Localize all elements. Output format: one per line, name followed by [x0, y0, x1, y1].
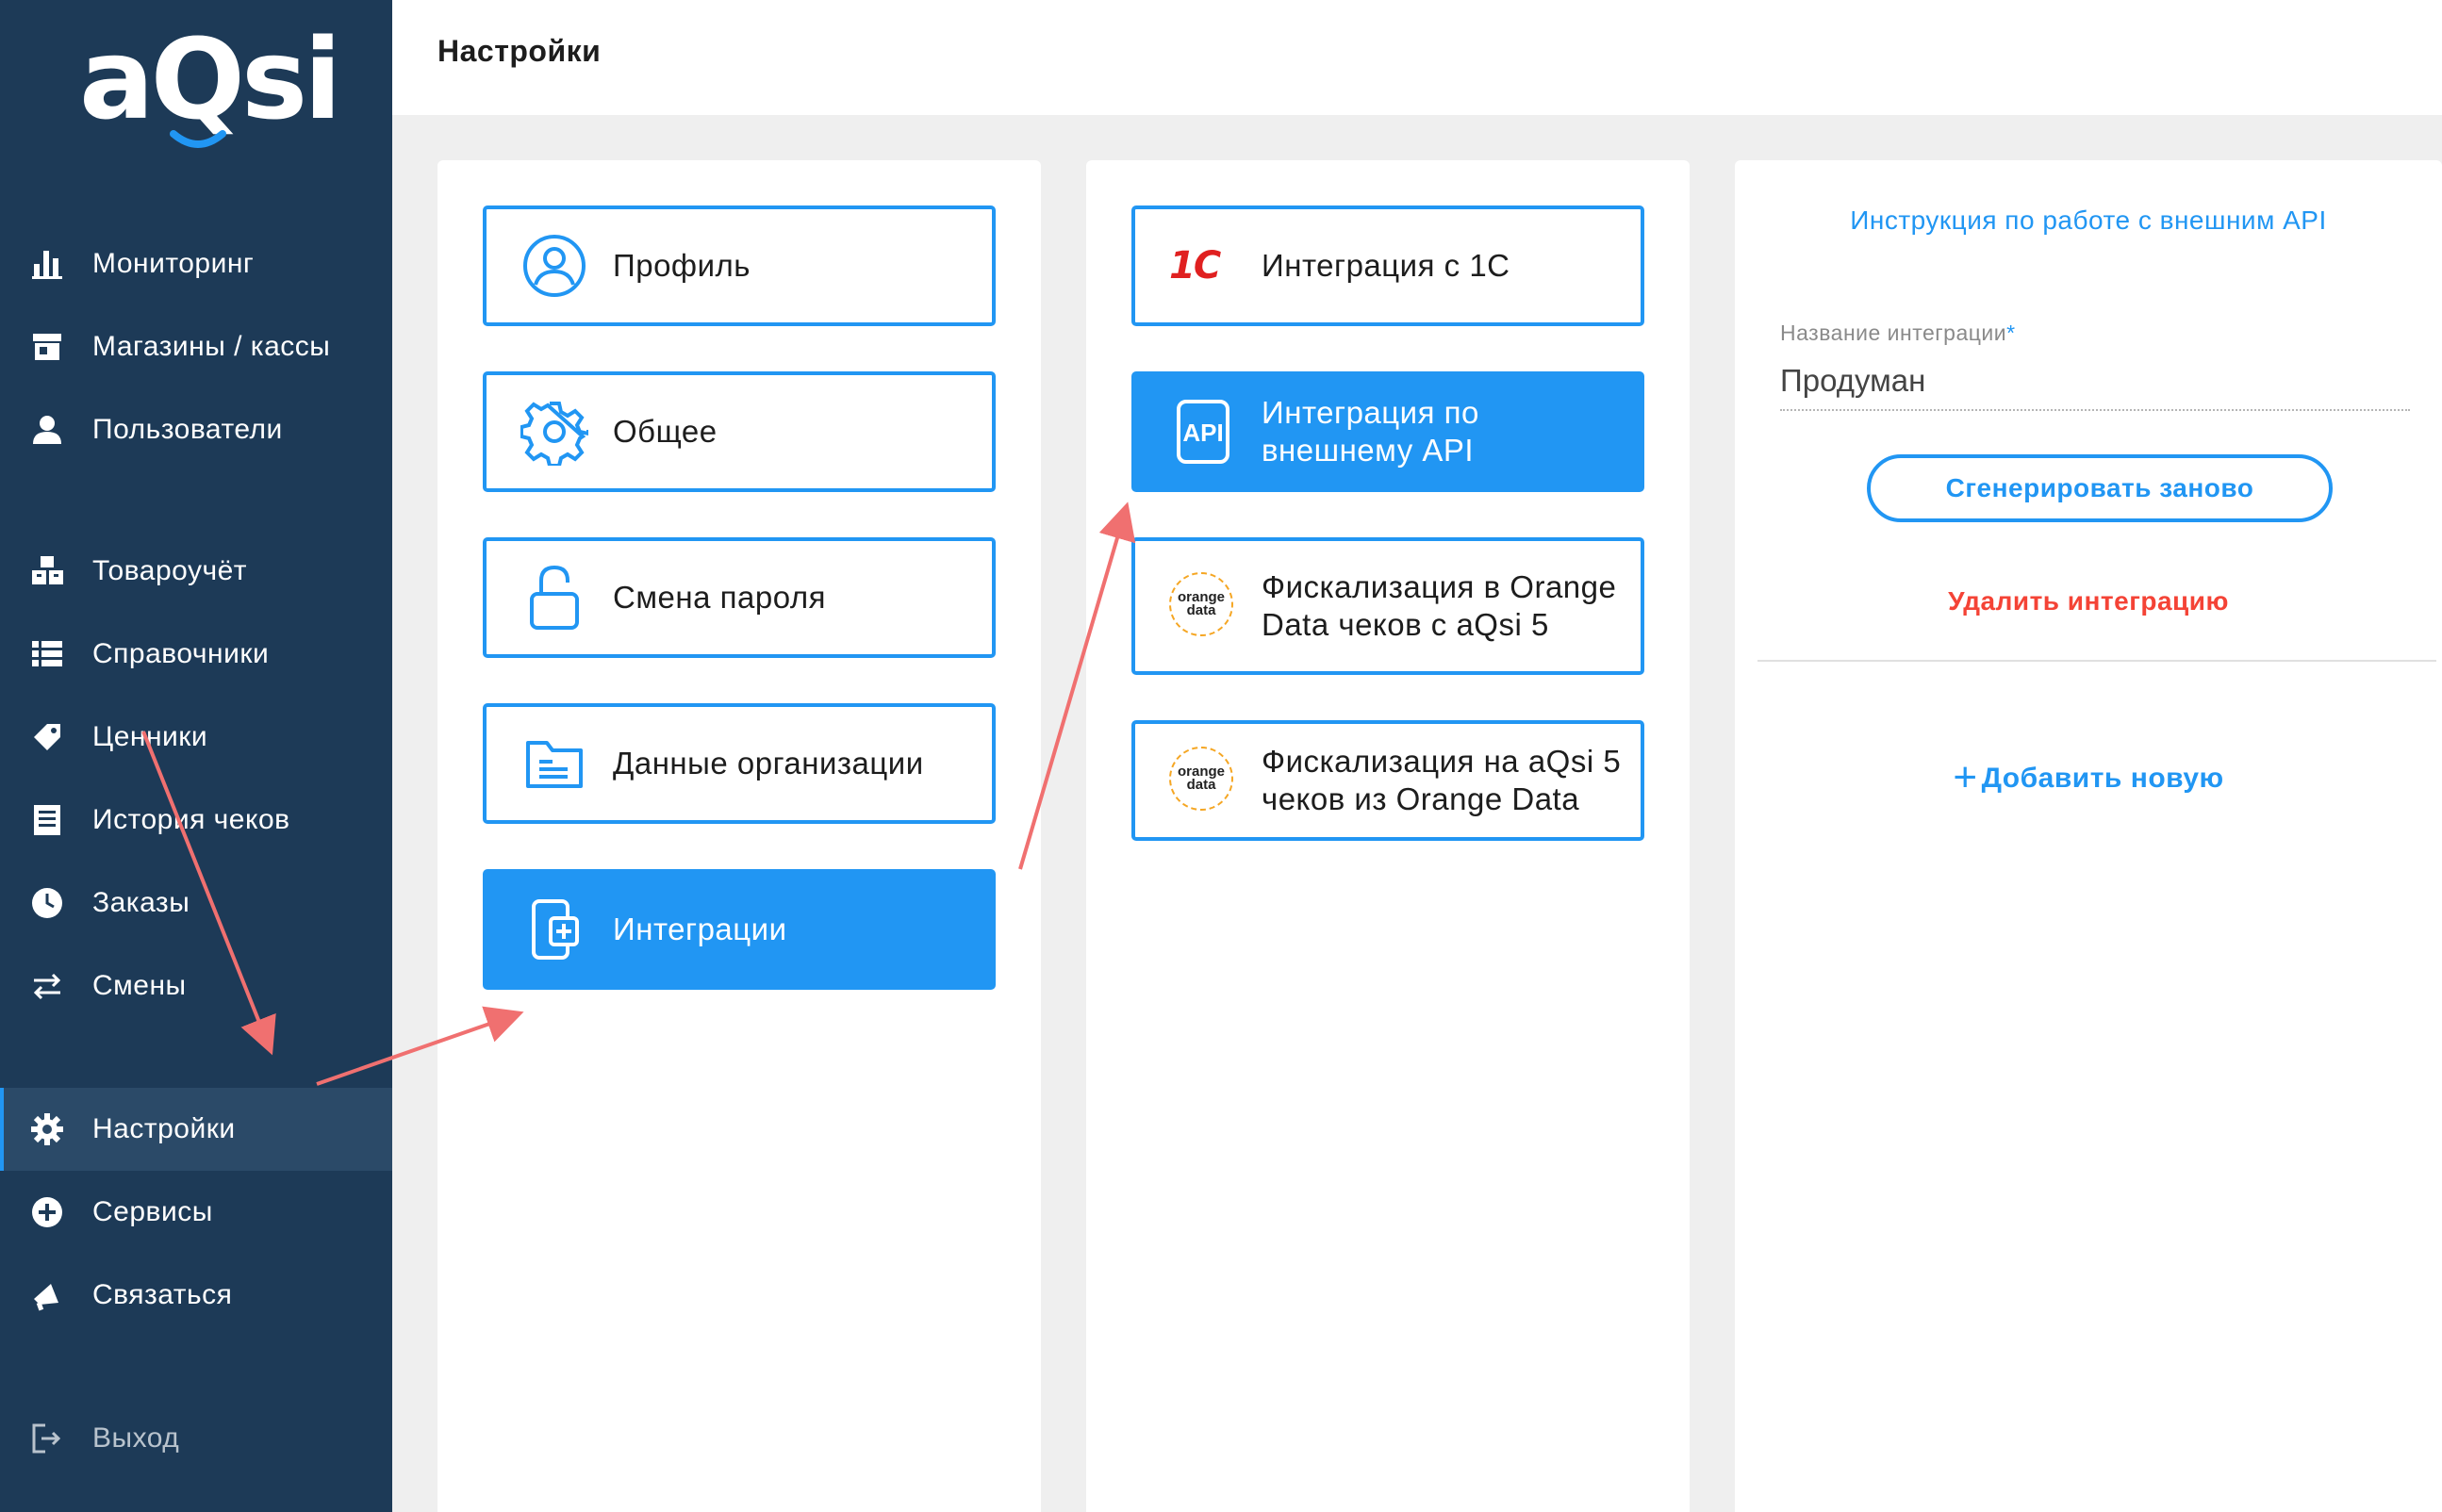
- settings-tile-profile[interactable]: Профиль: [483, 205, 996, 326]
- settings-menu-panel: Профиль Общее Смена пароля Данные органи…: [437, 160, 1041, 1512]
- 1c-logo-icon: 1С: [1169, 232, 1237, 300]
- settings-tile-general[interactable]: Общее: [483, 371, 996, 492]
- swap-arrows-icon: [33, 973, 61, 1000]
- logo-swoosh-icon: [170, 130, 226, 148]
- gear-icon: [31, 1113, 63, 1145]
- orange-data-logo-text: orange data: [1177, 589, 1225, 618]
- sidebar-item-label: Справочники: [92, 638, 270, 669]
- integration-tile-orange-data-to-aqsi[interactable]: orange data Фискализация на aQsi 5 чеков…: [1131, 720, 1644, 841]
- bar-chart-icon: [32, 251, 62, 279]
- integration-icon: [532, 899, 579, 960]
- gear-icon: [520, 402, 588, 466]
- sidebar-item-settings[interactable]: Настройки: [0, 1088, 392, 1171]
- tile-label: Смена пароля: [613, 580, 826, 615]
- logo-text: aQsi: [79, 14, 342, 144]
- sidebar-item-stores[interactable]: Магазины / кассы: [0, 305, 392, 388]
- user-icon: [33, 416, 61, 444]
- sidebar-item-logout[interactable]: Выход: [0, 1397, 392, 1480]
- tile-label: Интеграции: [613, 912, 787, 946]
- plus-icon: +: [1953, 754, 1978, 800]
- sidebar-item-label: Пользователи: [92, 414, 283, 445]
- sidebar-item-inventory[interactable]: Товароучёт: [0, 530, 392, 613]
- page-title: Настройки: [437, 34, 602, 68]
- add-new-label: Добавить новую: [1981, 763, 2224, 794]
- sidebar-item-orders[interactable]: Заказы: [0, 862, 392, 945]
- sidebar-item-label: История чеков: [92, 804, 290, 835]
- sidebar-item-label: Настройки: [92, 1113, 236, 1144]
- price-tag-icon: [34, 724, 60, 750]
- settings-tile-change-password[interactable]: Смена пароля: [483, 537, 996, 658]
- regenerate-button[interactable]: Сгенерировать заново: [1867, 454, 2333, 522]
- tile-label: Фискализация в Orange Data чеков с aQsi …: [1262, 569, 1617, 642]
- store-icon: [33, 334, 61, 360]
- logout-label: Выход: [92, 1422, 180, 1454]
- logout-icon: [32, 1423, 61, 1454]
- sidebar-item-contact[interactable]: Связаться: [0, 1254, 392, 1337]
- sidebar-item-label: Смены: [92, 970, 187, 1001]
- orange-data-logo-icon: orange data: [1169, 572, 1233, 636]
- sidebar-item-label: Связаться: [92, 1279, 233, 1310]
- tile-label: Данные организации: [613, 746, 924, 781]
- integration-tile-1c[interactable]: 1С Интеграция с 1С: [1131, 205, 1644, 326]
- divider: [1757, 660, 2436, 662]
- clock-icon: [32, 888, 62, 918]
- tile-label: Интеграция по внешнему API: [1262, 395, 1479, 468]
- sidebar-item-label: Ценники: [92, 721, 208, 752]
- api-instruction-link[interactable]: Инструкция по работе с внешним API: [1735, 205, 2442, 236]
- boxes-icon: [32, 556, 63, 584]
- sidebar-item-label: Сервисы: [92, 1196, 213, 1227]
- sidebar-item-shifts[interactable]: Смены: [0, 945, 392, 1027]
- orange-data-logo-icon: orange data: [1169, 747, 1233, 811]
- sidebar-item-label: Магазины / кассы: [92, 331, 331, 362]
- megaphone-icon: [34, 1284, 58, 1311]
- sidebar-item-monitoring[interactable]: Мониторинг: [0, 222, 392, 305]
- plus-circle-icon: [32, 1197, 62, 1227]
- settings-tile-integrations[interactable]: Интеграции: [483, 869, 996, 990]
- profile-icon: [523, 235, 586, 297]
- add-new-integration-button[interactable]: + Добавить новую: [1735, 754, 2442, 801]
- header: Настройки: [392, 0, 2442, 115]
- sidebar-item-directories[interactable]: Справочники: [0, 613, 392, 696]
- integration-name-label-text: Название интеграции: [1780, 320, 2007, 345]
- integration-name-input[interactable]: [1780, 353, 2410, 411]
- sidebar-item-receipt-history[interactable]: История чеков: [0, 779, 392, 862]
- receipt-icon: [34, 805, 60, 835]
- sidebar-item-users[interactable]: Пользователи: [0, 388, 392, 471]
- api-logo-text: API: [1182, 419, 1223, 447]
- integrations-menu-panel: 1С Интеграция с 1С API Интеграция по вне…: [1086, 160, 1690, 1512]
- unlock-icon: [530, 565, 579, 630]
- sidebar-item-services[interactable]: Сервисы: [0, 1171, 392, 1254]
- api-integration-panel: Инструкция по работе с внешним API Назва…: [1735, 160, 2442, 1512]
- tile-label: Профиль: [613, 248, 751, 283]
- sidebar-item-label: Заказы: [92, 887, 190, 918]
- aqsi-logo[interactable]: aQsi: [79, 23, 342, 155]
- sidebar-item-price-tags[interactable]: Ценники: [0, 696, 392, 779]
- integration-name-label: Название интеграции*: [1780, 320, 2016, 346]
- integration-tile-orange-data-from-aqsi[interactable]: orange data Фискализация в Orange Data ч…: [1131, 537, 1644, 675]
- api-icon: API: [1177, 400, 1229, 464]
- tile-label: Интеграция с 1С: [1262, 248, 1510, 283]
- 1c-logo-text: 1С: [1169, 244, 1221, 288]
- delete-integration-button[interactable]: Удалить интеграцию: [1735, 586, 2442, 616]
- list-icon: [32, 641, 62, 666]
- tile-label: Фискализация на aQsi 5 чеков из Orange D…: [1262, 744, 1622, 816]
- orange-data-logo-text: orange data: [1177, 764, 1225, 793]
- folder-icon: [526, 741, 583, 788]
- settings-tile-organization[interactable]: Данные организации: [483, 703, 996, 824]
- tile-label: Общее: [613, 414, 718, 449]
- integration-tile-external-api[interactable]: API Интеграция по внешнему API: [1131, 371, 1644, 492]
- sidebar-item-label: Товароучёт: [92, 555, 248, 586]
- required-mark: *: [2006, 320, 2016, 345]
- sidebar-item-label: Мониторинг: [92, 248, 255, 279]
- sidebar: aQsi Мониторинг Магазины / кассы Пользов…: [0, 0, 392, 1512]
